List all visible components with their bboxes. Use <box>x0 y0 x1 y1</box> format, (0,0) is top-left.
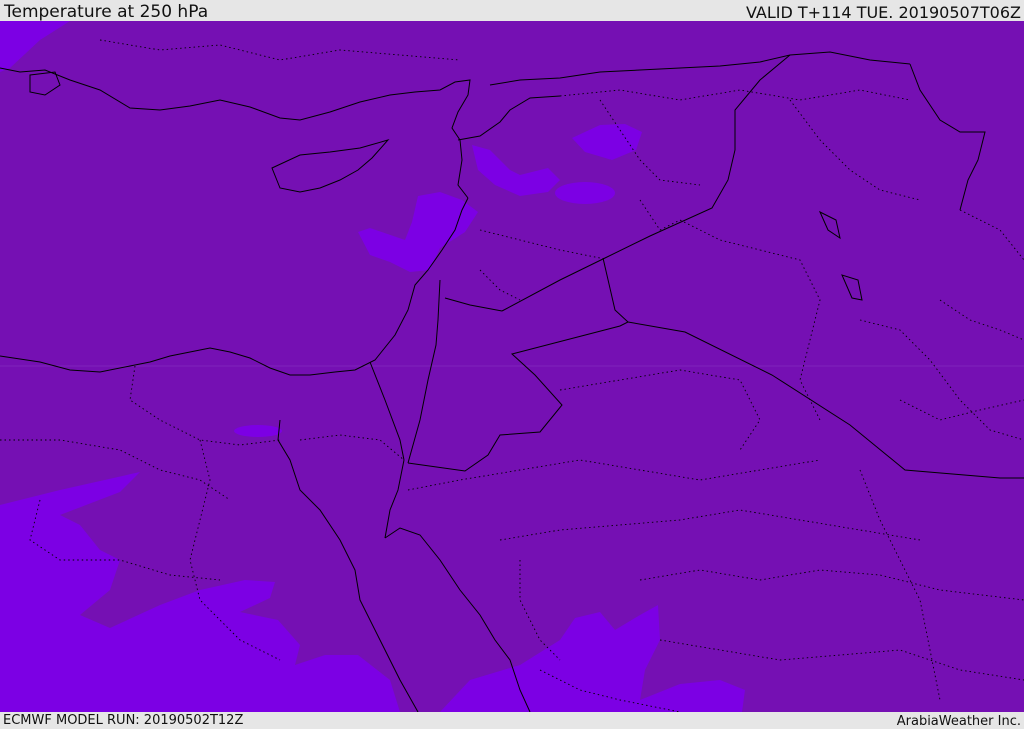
credit-label: ArabiaWeather Inc. <box>896 714 1021 729</box>
map-title: Temperature at 250 hPa <box>4 2 209 22</box>
cold-patch-syria-east <box>555 182 615 204</box>
footer-bar: ECMWF MODEL RUN: 20190502T12Z ArabiaWeat… <box>0 712 1024 729</box>
model-run-label: ECMWF MODEL RUN: 20190502T12Z <box>3 713 244 728</box>
header-bar: Temperature at 250 hPa VALID T+114 TUE. … <box>0 0 1024 21</box>
cold-patch-delta <box>234 425 282 437</box>
weather-map[interactable] <box>0 21 1024 712</box>
valid-time: VALID T+114 TUE. 20190507T06Z <box>745 3 1021 22</box>
